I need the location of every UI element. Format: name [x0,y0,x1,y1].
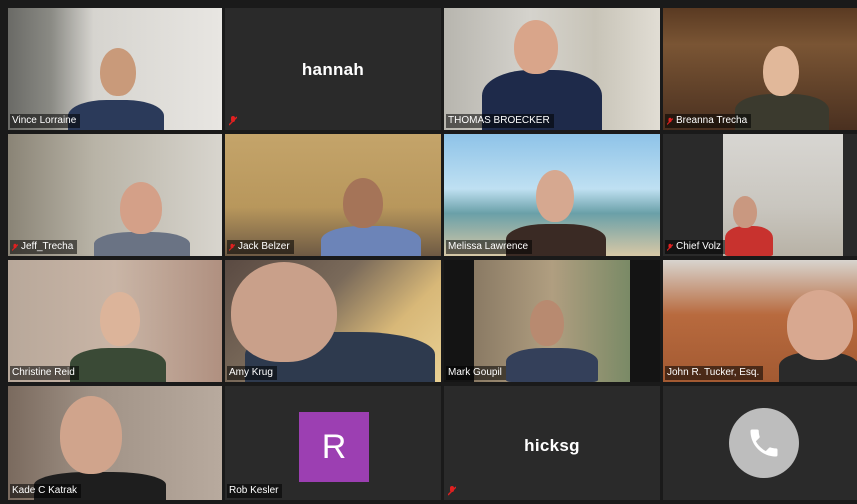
participant-body [68,100,164,130]
participant-name: John R. Tucker, Esq. [667,367,760,378]
participant-tile-hannah[interactable]: hannah [225,8,441,130]
participant-head [60,396,122,474]
participant-head [343,178,383,228]
participant-name: Amy Krug [229,367,273,378]
participant-nameplate: Christine Reid [10,366,79,380]
participant-name: Jeff_Trecha [21,241,74,252]
participant-tile-breanna-trecha[interactable]: Breanna Trecha [663,8,857,130]
participant-nameplate: John R. Tucker, Esq. [665,366,764,380]
participant-name: Chief Volz [676,241,722,252]
participant-name: Rob Kesler [229,485,279,496]
participant-nameplate: THOMAS BROECKER [446,114,554,128]
participant-head [763,46,799,96]
participant-nameplate: Jeff_Trecha [10,240,78,254]
participant-tile-christine-reid[interactable]: Christine Reid [8,260,222,382]
participant-nameplate: Chief Volz [665,240,726,254]
participant-body [94,232,190,256]
participant-tile-kade-katrak[interactable]: Kade C Katrak [8,386,222,500]
mic-muted-icon [667,117,673,125]
mic-muted-icon [12,243,18,251]
participant-nameplate: Kade C Katrak [10,484,82,498]
participant-name: Christine Reid [12,367,75,378]
video-grid: Vince Lorraine hannah THOMAS BROECKER Br… [8,8,857,504]
participant-body [70,348,166,382]
participant-nameplate: Mark Goupil [446,366,506,380]
participant-tile-john-tucker[interactable]: John R. Tucker, Esq. [663,260,857,382]
participant-name: Jack Belzer [238,241,290,252]
participant-nameplate: Amy Krug [227,366,277,380]
participant-tile-vince-lorraine[interactable]: Vince Lorraine [8,8,222,130]
participant-name: Vince Lorraine [12,115,77,126]
participant-tile-jack-belzer[interactable]: Jack Belzer [225,134,441,256]
participant-head [787,290,853,360]
participant-nameplate: Jack Belzer [227,240,294,254]
participant-body [321,226,421,256]
participant-name: Kade C Katrak [12,485,78,496]
participant-tile-melissa-lawrence[interactable]: Melissa Lawrence [444,134,660,256]
participant-head [530,300,564,346]
avatar: R [299,412,369,482]
participant-name: Melissa Lawrence [448,241,529,252]
participant-head [733,196,757,228]
participant-tile-chief-volz[interactable]: Chief Volz [663,134,857,256]
participant-head [120,182,162,234]
participant-tile-rob-kesler[interactable]: R Rob Kesler [225,386,441,500]
participant-nameplate: Vince Lorraine [10,114,81,128]
participant-name-large: hannah [301,60,365,79]
participant-head [100,292,140,346]
participant-body [725,226,773,256]
participant-name: Mark Goupil [448,367,502,378]
participant-tile-jeff-trecha[interactable]: Jeff_Trecha [8,134,222,256]
participant-name: THOMAS BROECKER [448,115,550,126]
participant-head [100,48,136,96]
participant-tile-hicksg[interactable]: hicksg [444,386,660,500]
mic-muted-icon [229,116,237,126]
mic-muted-icon [667,243,673,251]
participant-tile-amy-krug[interactable]: Amy Krug [225,260,441,382]
participant-tile-thomas-broecker[interactable]: THOMAS BROECKER [444,8,660,130]
participant-nameplate: Breanna Trecha [665,114,752,128]
participant-head [514,20,558,74]
participant-head [231,262,337,362]
participant-name: Breanna Trecha [676,115,748,126]
participant-tile-mark-goupil[interactable]: Mark Goupil [444,260,660,382]
participant-name-large: hicksg [524,436,580,455]
participant-nameplate: Melissa Lawrence [446,240,533,254]
participant-tile-phone[interactable] [663,386,857,500]
participant-body [506,348,598,382]
mic-muted-icon [448,486,456,496]
participant-head [536,170,574,222]
participant-nameplate: Rob Kesler [227,484,283,498]
phone-icon [729,408,799,478]
mic-muted-icon [229,243,235,251]
